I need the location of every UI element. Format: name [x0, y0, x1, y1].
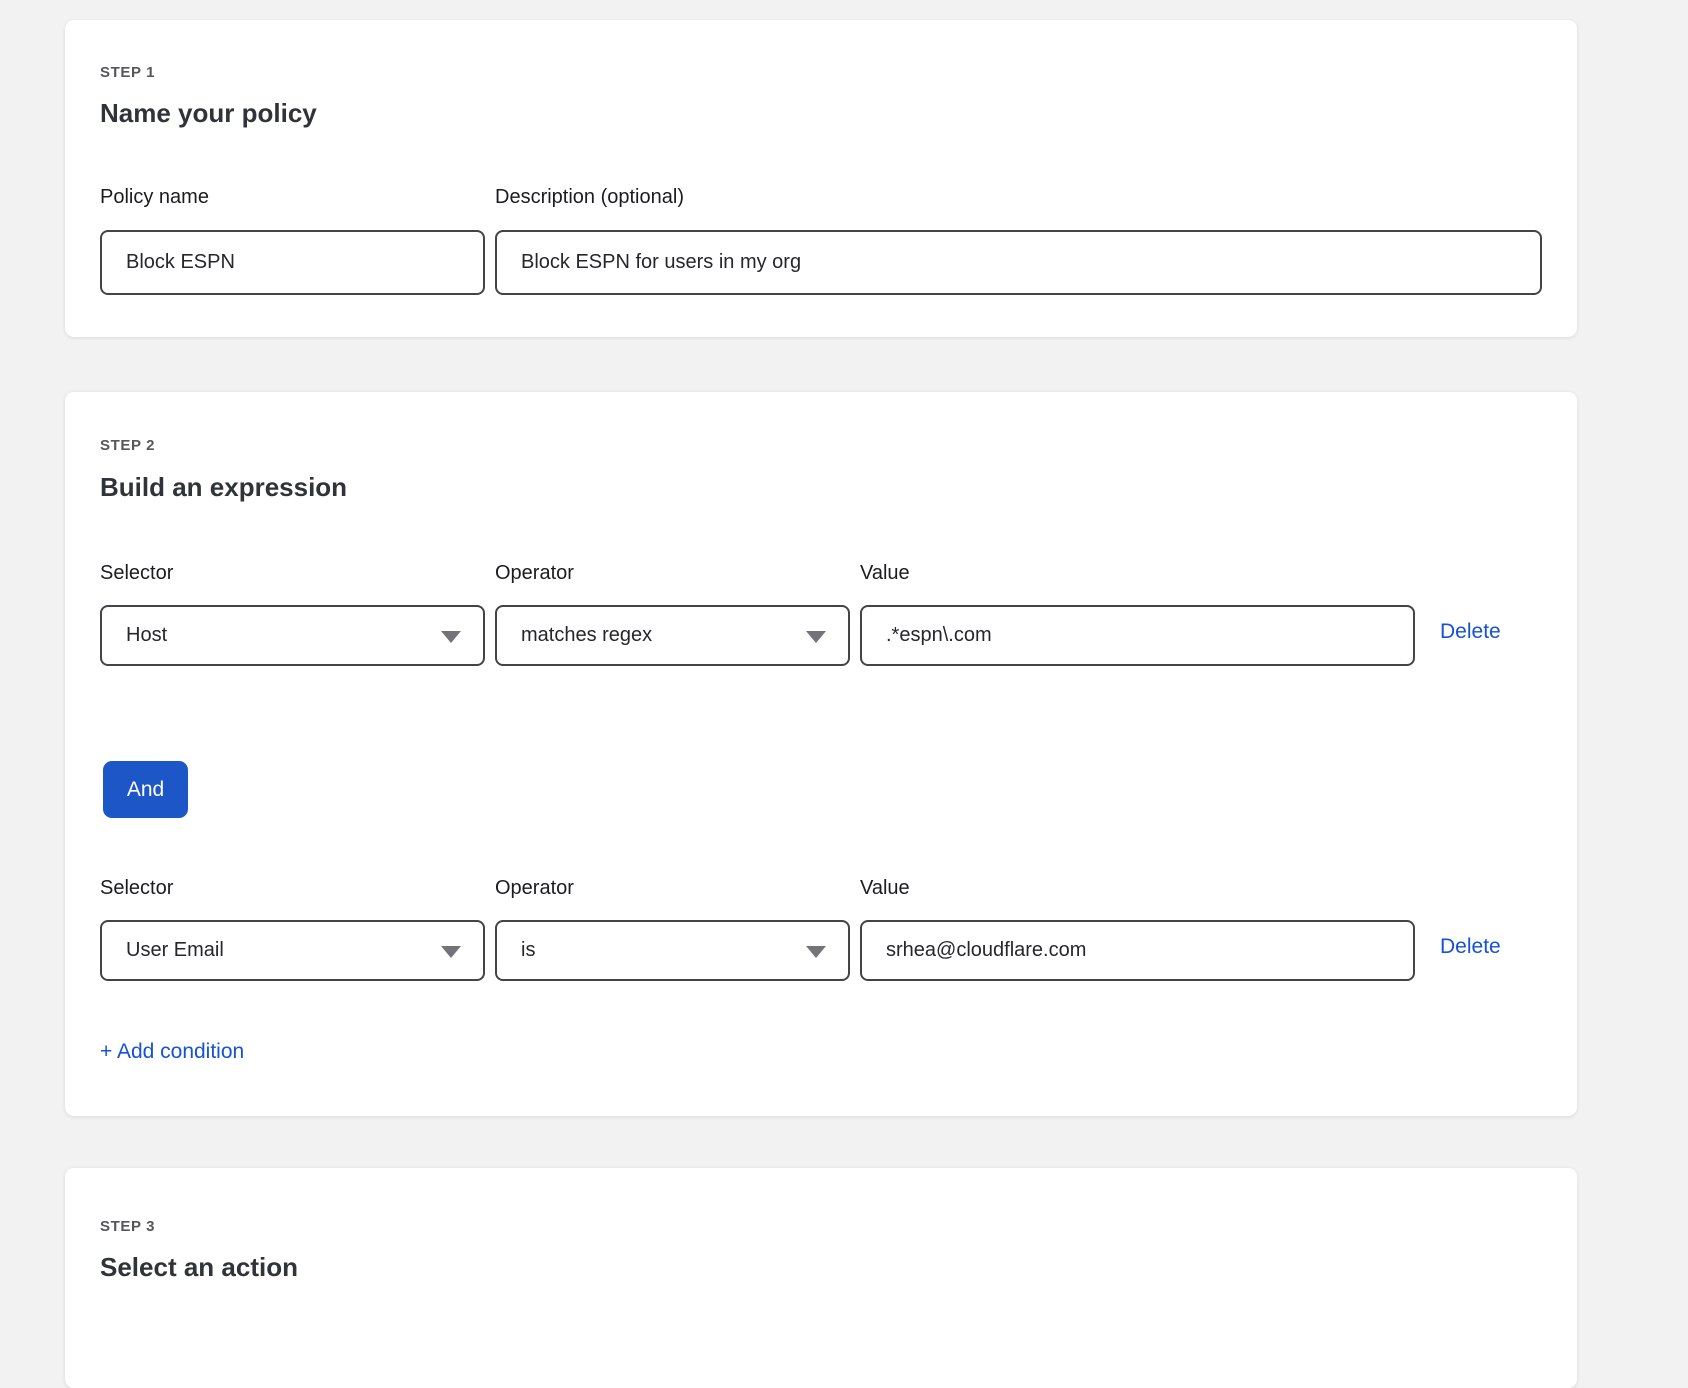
step3-label: STEP 3	[100, 1218, 155, 1235]
step1-label: STEP 1	[100, 64, 155, 81]
operator-dropdown[interactable]: matches regex	[495, 605, 850, 666]
selector-column-label: Selector	[100, 877, 485, 900]
selector-dropdown-value: Host	[102, 624, 167, 647]
delete-condition-link[interactable]: Delete	[1440, 620, 1501, 644]
selector-dropdown[interactable]: Host	[100, 605, 485, 666]
add-condition-link[interactable]: + Add condition	[100, 1040, 244, 1064]
selector-dropdown-value: User Email	[102, 939, 224, 962]
condition-value-input[interactable]	[860, 605, 1415, 666]
chevron-down-icon	[806, 946, 826, 958]
condition-value-input[interactable]	[860, 920, 1415, 981]
delete-condition-link[interactable]: Delete	[1440, 935, 1501, 959]
operator-dropdown[interactable]: is	[495, 920, 850, 981]
step1-title: Name your policy	[100, 98, 317, 129]
and-button[interactable]: And	[103, 761, 188, 818]
policy-name-label: Policy name	[100, 186, 485, 209]
step2-title: Build an expression	[100, 472, 347, 503]
chevron-down-icon	[441, 946, 461, 958]
operator-column-label: Operator	[495, 562, 850, 585]
operator-dropdown-value: matches regex	[497, 624, 652, 647]
chevron-down-icon	[441, 631, 461, 643]
step3-card: STEP 3 Select an action	[65, 1168, 1577, 1388]
description-input[interactable]	[495, 230, 1542, 295]
operator-column-label: Operator	[495, 877, 850, 900]
description-label: Description (optional)	[495, 186, 684, 209]
value-column-label: Value	[860, 877, 1415, 900]
step2-card: STEP 2 Build an expression Selector Oper…	[65, 392, 1577, 1116]
policy-name-input[interactable]	[100, 230, 485, 295]
step2-label: STEP 2	[100, 437, 155, 454]
step1-card: STEP 1 Name your policy Policy name Desc…	[65, 20, 1577, 337]
chevron-down-icon	[806, 631, 826, 643]
operator-dropdown-value: is	[497, 939, 535, 962]
value-column-label: Value	[860, 562, 1415, 585]
selector-dropdown[interactable]: User Email	[100, 920, 485, 981]
selector-column-label: Selector	[100, 562, 485, 585]
step3-title: Select an action	[100, 1252, 298, 1283]
